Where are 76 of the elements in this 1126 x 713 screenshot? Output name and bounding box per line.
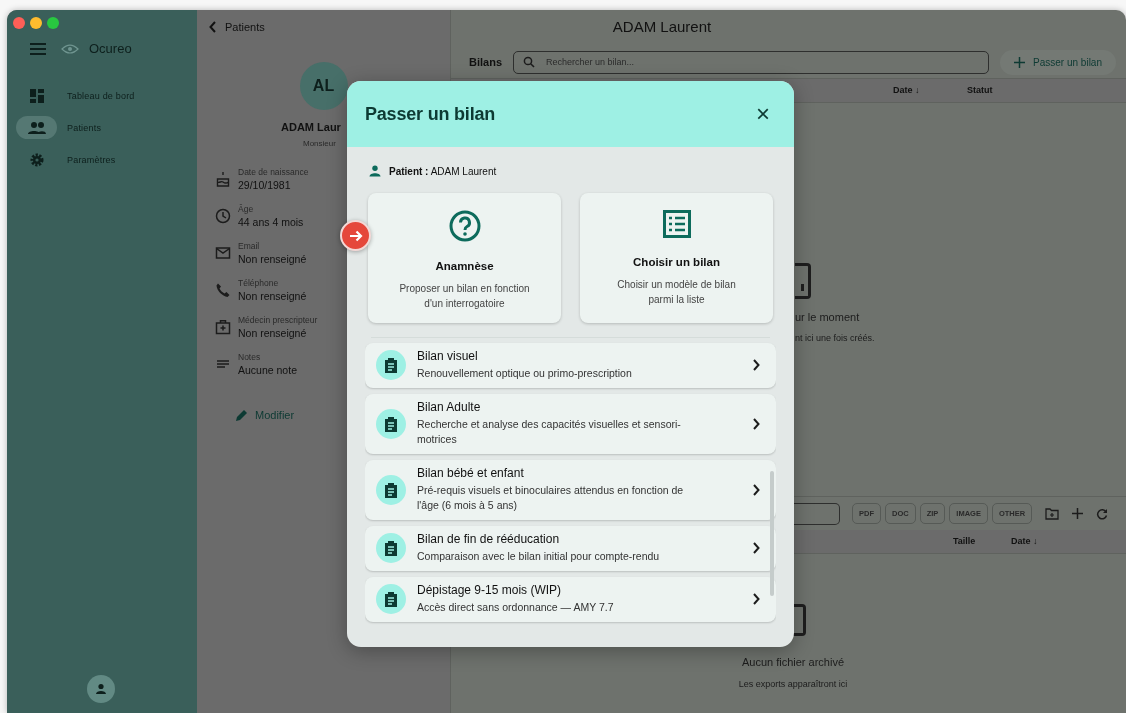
patient-name: ADAM Laur <box>280 121 341 133</box>
arrow-right-icon <box>348 228 363 243</box>
empty-state-title: Aucun fichier archivé <box>741 656 845 668</box>
edit-button[interactable]: Modifier <box>235 408 295 422</box>
phone-icon <box>215 282 231 298</box>
window-title: ADAM Laurent <box>612 18 712 37</box>
column-header[interactable]: Date ↓ <box>1011 536 1038 546</box>
assessment-item[interactable]: Bilan visuel Renouvellement optique ou primo-prescription <box>365 343 776 388</box>
chevron-left-icon <box>209 21 217 33</box>
field-value: 44 ans 4 mois <box>238 216 304 228</box>
question-icon <box>448 210 481 242</box>
clipboard-icon <box>376 584 406 614</box>
scrollbar[interactable] <box>770 471 774 596</box>
field-value: Non renseigné <box>238 290 307 302</box>
minimize-window-icon[interactable] <box>30 17 42 29</box>
close-button[interactable]: × <box>752 102 774 126</box>
field-label: Médecin prescripteur <box>238 315 318 325</box>
plus-icon <box>1014 56 1026 68</box>
field-value: Non renseigné <box>238 253 307 265</box>
people-icon <box>26 120 47 135</box>
close-window-icon[interactable] <box>13 17 25 29</box>
person-icon <box>369 165 381 177</box>
chevron-right-icon <box>752 542 760 554</box>
empty-state-text: Les exports apparaîtront ici <box>738 679 848 689</box>
zoom-window-icon[interactable] <box>47 17 59 29</box>
clipboard-icon <box>376 350 406 380</box>
field-label: Âge <box>238 204 255 214</box>
sidebar-item[interactable]: Paramètres <box>16 148 197 171</box>
patient-avatar: AL <box>299 62 348 110</box>
chevron-right-icon <box>752 359 760 371</box>
column-header[interactable]: Date ↓ <box>893 85 920 95</box>
plus-icon[interactable] <box>1072 508 1084 519</box>
medical-bag-icon <box>215 319 231 335</box>
chevron-right-icon <box>752 593 760 605</box>
menu-icon[interactable] <box>29 41 47 56</box>
empty-state-title: ur le moment <box>795 311 861 323</box>
assessment-item[interactable]: Dépistage 9-15 mois (WIP) Accès direct sans ordonnance — AMY 7.7 <box>365 577 776 622</box>
clipboard-icon <box>376 474 406 505</box>
dialog-title: Passer un bilan <box>365 103 496 125</box>
field-label: Téléphone <box>238 278 280 288</box>
clipboard-icon <box>376 533 406 563</box>
column-header[interactable]: Statut <box>967 85 993 95</box>
cake-icon <box>215 171 231 187</box>
search-icon <box>523 55 535 68</box>
new-assessment-button[interactable]: Passer un bilan <box>1000 49 1116 75</box>
section-title: Bilans <box>469 56 502 68</box>
mail-icon <box>215 245 231 261</box>
clipboard-icon <box>376 408 406 439</box>
chevron-right-icon <box>752 483 760 496</box>
patient-civility: Monsieur <box>302 139 336 148</box>
assessment-item[interactable]: Bilan bébé et enfant Pré-requis visuels et binoculaires attendus en fonction de l'âge (6 mois à 5 ans) <box>365 460 776 520</box>
user-avatar[interactable] <box>87 675 115 703</box>
empty-state-text: nt ici une fois créés. <box>795 333 876 343</box>
dashboard-icon <box>28 87 45 104</box>
assessment-item[interactable]: Bilan Adulte Recherche et analyse des capacités visuelles et sensori-motrices <box>365 394 776 454</box>
field-value: Aucune note <box>238 364 297 376</box>
new-folder-icon[interactable] <box>1045 507 1060 520</box>
settings-icon <box>28 151 45 168</box>
app-name: Ocureo <box>89 41 132 56</box>
chevron-right-icon <box>752 417 760 430</box>
option-card[interactable]: Choisir un bilan Choisir un modèle de bilan parmi la liste <box>580 193 773 323</box>
pencil-icon <box>235 408 249 422</box>
list-icon <box>662 210 691 238</box>
field-label: Notes <box>238 352 262 362</box>
assessment-item[interactable]: Bilan de fin de rééducation Comparaison avec le bilan initial pour compte-rendu <box>365 526 776 571</box>
field-label: Email <box>238 241 261 251</box>
column-header[interactable]: Taille <box>953 536 976 546</box>
field-value: 29/10/1981 <box>238 179 292 191</box>
patient-label: Patient : ADAM Laurent <box>389 165 497 177</box>
refresh-icon[interactable] <box>1096 507 1109 520</box>
field-value: Non renseigné <box>238 327 308 339</box>
clock-icon <box>215 208 231 224</box>
sidebar-item[interactable]: Patients <box>16 116 197 139</box>
option-card[interactable]: Anamnèse Proposer un bilan en fonction d'un interrogatoire <box>368 193 561 323</box>
eye-icon <box>61 42 79 55</box>
back-link[interactable]: Patients <box>197 10 265 33</box>
